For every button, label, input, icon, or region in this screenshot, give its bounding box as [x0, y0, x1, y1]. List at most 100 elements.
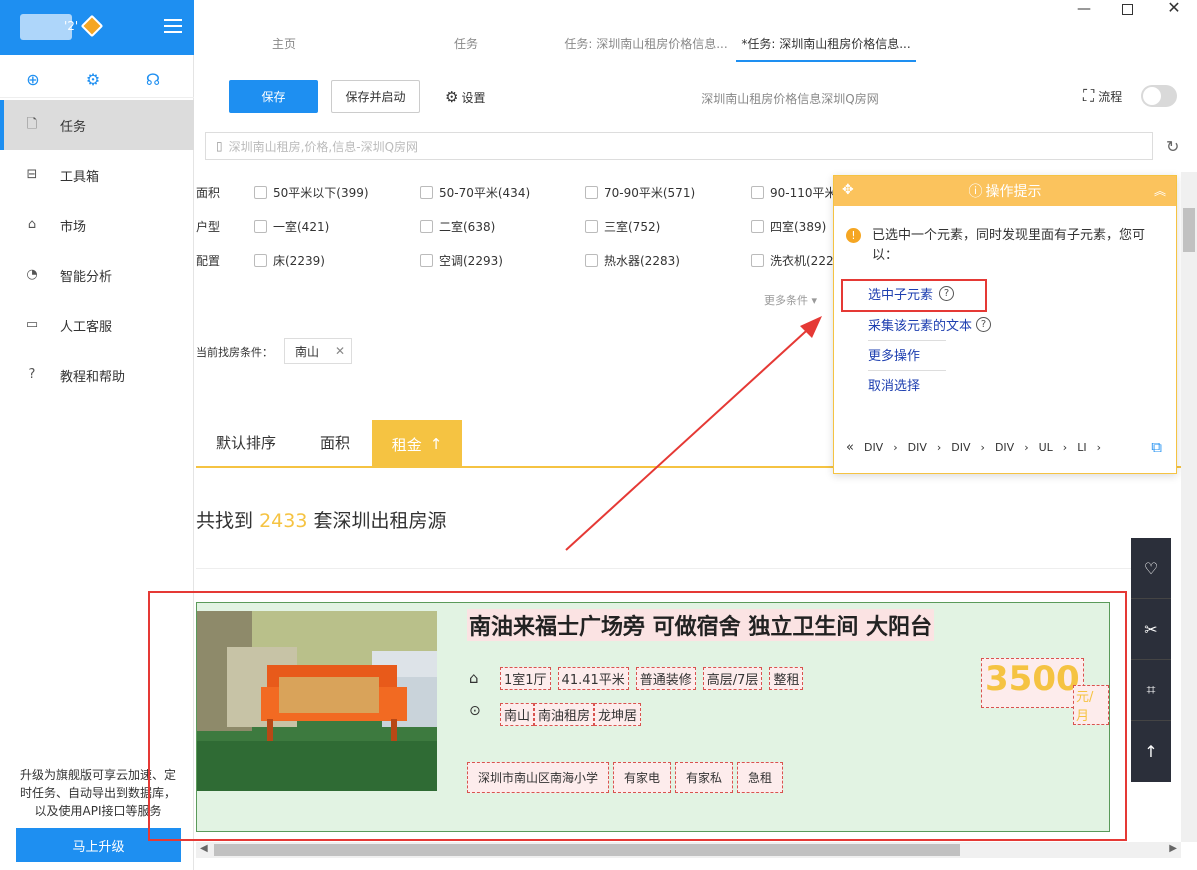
filter-option[interactable]: 一室(421): [254, 218, 329, 235]
filter-option[interactable]: 四室(389): [751, 218, 826, 235]
checkbox[interactable]: [585, 254, 598, 267]
path-back-icon[interactable]: «: [846, 440, 854, 455]
sidebar-item-2[interactable]: ⌂ 市场: [0, 200, 194, 250]
help-icon: ?: [28, 367, 36, 382]
open-external-icon[interactable]: ⧉: [1151, 438, 1162, 456]
path-separator-icon: ›: [1062, 441, 1068, 454]
remove-icon[interactable]: ✕: [335, 344, 345, 358]
save-button[interactable]: 保存: [229, 80, 318, 113]
checkbox[interactable]: [585, 220, 598, 233]
sort-rent[interactable]: 租金 ↑: [372, 420, 462, 468]
filter-option[interactable]: 50-70平米(434): [420, 184, 530, 201]
toolbox-icon: ⊟: [26, 167, 38, 182]
scroll-left-icon[interactable]: ◀: [200, 843, 208, 854]
path-segment[interactable]: DIV: [908, 441, 927, 454]
close-icon[interactable]: ✕: [1167, 0, 1181, 16]
filter-option[interactable]: 二室(638): [420, 218, 495, 235]
filter-option-label: 一室(421): [273, 220, 330, 234]
checkbox[interactable]: [751, 254, 764, 267]
tab-task-saved[interactable]: 任务: 深圳南山租房价格信息...: [560, 36, 732, 62]
settings-label: 设置: [461, 90, 486, 105]
filter-option-label: 90-110平米: [770, 186, 837, 200]
current-condition-label: 当前找房条件：: [196, 346, 273, 359]
flow-toggle[interactable]: [1141, 85, 1177, 107]
filter-option[interactable]: 90-110平米: [751, 184, 837, 201]
favorite-icon[interactable]: ♡: [1131, 538, 1171, 599]
back-to-top-icon[interactable]: ↑: [1131, 721, 1171, 782]
maximize-icon[interactable]: [1122, 4, 1133, 15]
move-icon[interactable]: ✥: [842, 182, 854, 198]
sidebar-item-1[interactable]: ⊟ 工具箱: [0, 150, 194, 200]
condition-tag[interactable]: 南山 ✕: [284, 338, 352, 364]
divider: [868, 370, 946, 371]
add-icon[interactable]: ⊕: [24, 71, 42, 89]
minimize-icon[interactable]: —: [1077, 2, 1091, 16]
element-path-breadcrumb: « DIV › DIV › DIV › DIV › UL › LI ›: [846, 440, 1111, 455]
tab-home[interactable]: 主页: [234, 36, 334, 62]
filter-option-label: 70-90平米(571): [604, 186, 696, 200]
filter-option-label: 床(2239): [273, 254, 325, 268]
sidebar-item-0[interactable]: 🗋 任务: [0, 100, 194, 150]
tab-tasks[interactable]: 任务: [416, 36, 516, 62]
result-number: 2433: [259, 510, 308, 532]
scan-icon[interactable]: ⌗: [1131, 660, 1171, 721]
result-count: 共找到 2433 套深圳出租房源: [196, 506, 446, 533]
checkbox[interactable]: [420, 254, 433, 267]
path-segment[interactable]: DIV: [864, 441, 883, 454]
filter-option[interactable]: 床(2239): [254, 252, 325, 269]
collect-text-link[interactable]: 采集该元素的文本 ?: [868, 315, 992, 336]
hamburger-menu-icon[interactable]: [164, 19, 182, 33]
vertical-scrollbar[interactable]: [1181, 172, 1197, 842]
checkbox[interactable]: [254, 220, 267, 233]
more-conditions-link[interactable]: 更多条件 ▾: [764, 292, 817, 308]
path-segment[interactable]: DIV: [995, 441, 1014, 454]
path-segment[interactable]: DIV: [951, 441, 970, 454]
checkbox[interactable]: [420, 186, 433, 199]
filter-option-label: 空调(2293): [439, 254, 503, 268]
save-and-run-button[interactable]: 保存并启动: [331, 80, 420, 113]
scroll-thumb[interactable]: [1183, 208, 1195, 252]
highlight-select-child: [841, 279, 987, 312]
scroll-right-icon[interactable]: ▶: [1169, 843, 1177, 854]
tools-icon[interactable]: ✂: [1131, 599, 1171, 660]
checkbox[interactable]: [254, 254, 267, 267]
sort-default[interactable]: 默认排序: [216, 432, 276, 453]
filter-option[interactable]: 洗衣机(222: [751, 252, 834, 269]
tab-task-current[interactable]: *任务: 深圳南山租房价格信息...: [736, 36, 916, 62]
filter-option[interactable]: 空调(2293): [420, 252, 503, 269]
scroll-thumb[interactable]: [214, 844, 960, 856]
sidebar-header: '2': [0, 0, 194, 55]
checkbox[interactable]: [751, 186, 764, 199]
sidebar-item-3[interactable]: ◔ 智能分析: [0, 250, 194, 300]
warning-icon: !: [846, 228, 861, 243]
horizontal-scrollbar[interactable]: ◀ ▶: [196, 842, 1181, 858]
filter-option[interactable]: 三室(752): [585, 218, 660, 235]
headset-icon[interactable]: ☊: [144, 71, 162, 89]
flow-toggle-label[interactable]: ⛶ 流程: [1083, 86, 1122, 106]
collapse-icon[interactable]: ︽: [1154, 182, 1166, 199]
refresh-icon[interactable]: ↻: [1166, 137, 1179, 156]
sidebar-item-4[interactable]: ▭ 人工客服: [0, 300, 194, 350]
filter-option[interactable]: 热水器(2283): [585, 252, 680, 269]
path-segment[interactable]: UL: [1039, 441, 1053, 454]
checkbox[interactable]: [254, 186, 267, 199]
settings-button[interactable]: ⚙ 设置: [445, 88, 485, 106]
help-icon[interactable]: ?: [976, 317, 992, 332]
checkbox[interactable]: [420, 220, 433, 233]
filter-option[interactable]: 70-90平米(571): [585, 184, 695, 201]
annotation-arrow: [565, 316, 822, 551]
sidebar-item-5[interactable]: ? 教程和帮助: [0, 350, 194, 400]
gear-icon[interactable]: ⚙: [84, 71, 102, 89]
more-actions-link[interactable]: 更多操作: [868, 345, 920, 366]
sort-area[interactable]: 面积: [320, 432, 350, 453]
sidebar-item-label: 任务: [60, 119, 87, 135]
path-separator-icon: ›: [1024, 441, 1029, 454]
path-segment[interactable]: LI: [1077, 441, 1086, 454]
checkbox[interactable]: [585, 186, 598, 199]
cancel-selection-link[interactable]: 取消选择: [868, 375, 920, 396]
address-bar[interactable]: ▯ 深圳南山租房,价格,信息-深圳Q房网: [205, 132, 1153, 160]
filter-option[interactable]: 50平米以下(399): [254, 184, 369, 201]
checkbox[interactable]: [751, 220, 764, 233]
page-title: 深圳南山租房价格信息深圳Q房网: [701, 92, 879, 106]
collect-text-label: 采集该元素的文本: [868, 319, 973, 334]
